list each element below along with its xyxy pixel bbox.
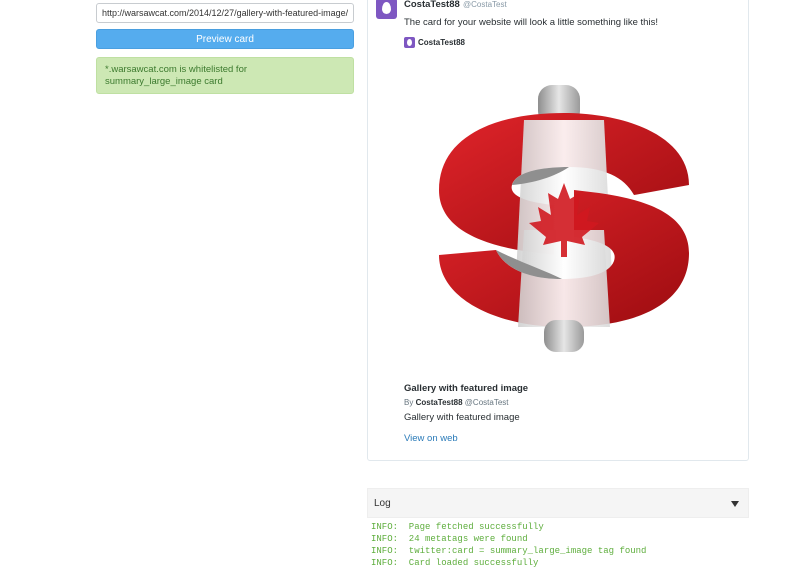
log-output: INFO: Page fetched successfully INFO: 24…	[367, 518, 749, 587]
card-byline: By CostaTest88 @CostaTest	[404, 398, 509, 407]
tweet-author-name[interactable]: CostaTest88	[404, 0, 460, 10]
preview-card-button[interactable]: Preview card	[96, 29, 354, 49]
canadian-flag-dollar-sign-image[interactable]	[404, 65, 724, 365]
whitelist-success-alert: *.warsawcat.com is whitelisted for summa…	[96, 57, 354, 94]
view-on-web-link[interactable]: View on web	[404, 433, 458, 444]
card-byline-prefix: By	[404, 398, 414, 407]
card-attribution[interactable]: CostaTest88	[404, 36, 465, 48]
log-title: Log	[374, 498, 391, 509]
log-line: INFO: Page fetched successfully	[371, 522, 544, 532]
log-line: INFO: 24 metatags were found	[371, 534, 528, 544]
chevron-down-icon[interactable]	[731, 501, 739, 507]
card-attribution-name: CostaTest88	[418, 37, 465, 47]
url-input[interactable]	[96, 3, 354, 23]
avatar[interactable]	[376, 0, 397, 19]
log-line: INFO: twitter:card = summary_large_image…	[371, 546, 647, 556]
tweet-text: The card for your website will look a li…	[404, 17, 658, 28]
egg-avatar-icon	[382, 2, 391, 14]
card-byline-name[interactable]: CostaTest88	[416, 398, 463, 407]
mini-avatar-icon	[404, 36, 415, 48]
card-description: Gallery with featured image	[404, 412, 520, 423]
card-title[interactable]: Gallery with featured image	[404, 383, 528, 394]
card-byline-handle[interactable]: @CostaTest	[465, 398, 509, 407]
tweet-author-handle[interactable]: @CostaTest	[463, 0, 507, 9]
log-line: INFO: Card loaded successfully	[371, 558, 539, 568]
log-panel-header[interactable]: Log	[367, 488, 749, 518]
